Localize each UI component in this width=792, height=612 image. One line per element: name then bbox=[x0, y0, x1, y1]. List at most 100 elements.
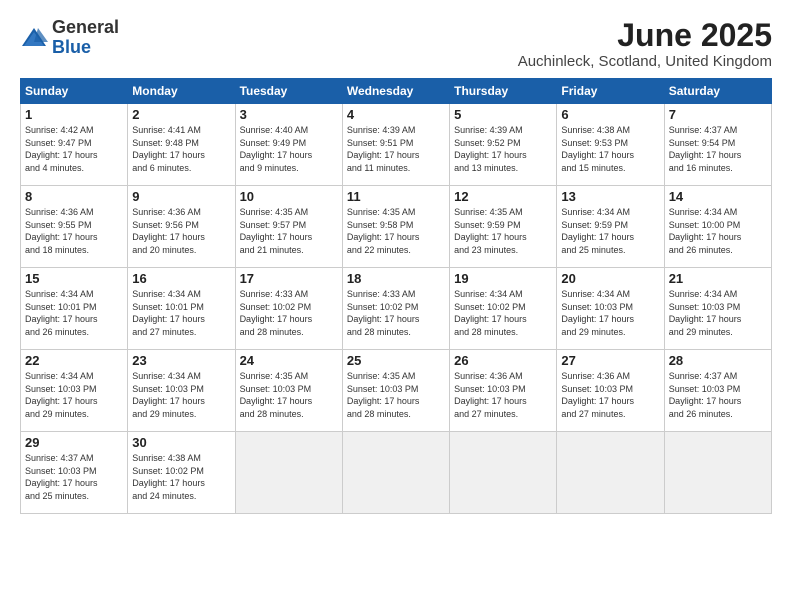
table-row: 25 Sunrise: 4:35 AM Sunset: 10:03 PM Dayl… bbox=[342, 350, 449, 432]
table-row: 14 Sunrise: 4:34 AM Sunset: 10:00 PM Dayl… bbox=[664, 186, 771, 268]
table-row: 28 Sunrise: 4:37 AM Sunset: 10:03 PM Dayl… bbox=[664, 350, 771, 432]
day-info: Sunrise: 4:36 AM Sunset: 9:55 PM Dayligh… bbox=[25, 206, 123, 256]
col-friday: Friday bbox=[557, 79, 664, 104]
logo-icon bbox=[20, 24, 48, 52]
day-info: Sunrise: 4:34 AM Sunset: 10:01 PM Daylig… bbox=[132, 288, 230, 338]
day-info: Sunrise: 4:34 AM Sunset: 10:00 PM Daylig… bbox=[669, 206, 767, 256]
day-info: Sunrise: 4:38 AM Sunset: 10:02 PM Daylig… bbox=[132, 452, 230, 502]
day-info: Sunrise: 4:34 AM Sunset: 10:01 PM Daylig… bbox=[25, 288, 123, 338]
day-info: Sunrise: 4:35 AM Sunset: 10:03 PM Daylig… bbox=[240, 370, 338, 420]
day-number: 2 bbox=[132, 107, 230, 122]
table-row bbox=[557, 432, 664, 514]
table-row bbox=[450, 432, 557, 514]
day-info: Sunrise: 4:35 AM Sunset: 9:58 PM Dayligh… bbox=[347, 206, 445, 256]
day-info: Sunrise: 4:40 AM Sunset: 9:49 PM Dayligh… bbox=[240, 124, 338, 174]
table-row: 15Sunrise: 4:34 AM Sunset: 10:01 PM Dayl… bbox=[21, 268, 128, 350]
day-info: Sunrise: 4:36 AM Sunset: 10:03 PM Daylig… bbox=[561, 370, 659, 420]
logo-text: General Blue bbox=[52, 18, 119, 58]
table-row: 7 Sunrise: 4:37 AM Sunset: 9:54 PM Daylig… bbox=[664, 104, 771, 186]
day-number: 14 bbox=[669, 189, 767, 204]
table-row: 13 Sunrise: 4:34 AM Sunset: 9:59 PM Dayli… bbox=[557, 186, 664, 268]
day-number: 28 bbox=[669, 353, 767, 368]
calendar-week-row: 29 Sunrise: 4:37 AM Sunset: 10:03 PM Dayl… bbox=[21, 432, 772, 514]
day-info: Sunrise: 4:34 AM Sunset: 10:02 PM Daylig… bbox=[454, 288, 552, 338]
day-info: Sunrise: 4:38 AM Sunset: 9:53 PM Dayligh… bbox=[561, 124, 659, 174]
table-row bbox=[664, 432, 771, 514]
calendar-week-row: 15Sunrise: 4:34 AM Sunset: 10:01 PM Dayl… bbox=[21, 268, 772, 350]
day-info: Sunrise: 4:34 AM Sunset: 10:03 PM Daylig… bbox=[25, 370, 123, 420]
table-row: 24Sunrise: 4:35 AM Sunset: 10:03 PM Dayl… bbox=[235, 350, 342, 432]
table-row: 27 Sunrise: 4:36 AM Sunset: 10:03 PM Dayl… bbox=[557, 350, 664, 432]
calendar-page: General Blue June 2025 Auchinleck, Scotl… bbox=[0, 0, 792, 612]
col-tuesday: Tuesday bbox=[235, 79, 342, 104]
day-info: Sunrise: 4:39 AM Sunset: 9:52 PM Dayligh… bbox=[454, 124, 552, 174]
table-row: 10Sunrise: 4:35 AM Sunset: 9:57 PM Dayli… bbox=[235, 186, 342, 268]
day-info: Sunrise: 4:34 AM Sunset: 9:59 PM Dayligh… bbox=[561, 206, 659, 256]
table-row: 30 Sunrise: 4:38 AM Sunset: 10:02 PM Dayl… bbox=[128, 432, 235, 514]
logo-blue-label: Blue bbox=[52, 38, 119, 58]
table-row: 1 Sunrise: 4:42 AM Sunset: 9:47 PM Daylig… bbox=[21, 104, 128, 186]
day-number: 25 bbox=[347, 353, 445, 368]
day-number: 23 bbox=[132, 353, 230, 368]
table-row bbox=[235, 432, 342, 514]
day-number: 8 bbox=[25, 189, 123, 204]
table-row: 26 Sunrise: 4:36 AM Sunset: 10:03 PM Dayl… bbox=[450, 350, 557, 432]
day-number: 16 bbox=[132, 271, 230, 286]
day-number: 12 bbox=[454, 189, 552, 204]
table-row: 20Sunrise: 4:34 AM Sunset: 10:03 PM Dayl… bbox=[557, 268, 664, 350]
day-info: Sunrise: 4:34 AM Sunset: 10:03 PM Daylig… bbox=[561, 288, 659, 338]
table-row: 12 Sunrise: 4:35 AM Sunset: 9:59 PM Dayli… bbox=[450, 186, 557, 268]
day-number: 4 bbox=[347, 107, 445, 122]
day-number: 1 bbox=[25, 107, 123, 122]
calendar-week-row: 22 Sunrise: 4:34 AM Sunset: 10:03 PM Dayl… bbox=[21, 350, 772, 432]
table-row: 19 Sunrise: 4:34 AM Sunset: 10:02 PM Dayl… bbox=[450, 268, 557, 350]
table-row: 23Sunrise: 4:34 AM Sunset: 10:03 PM Dayl… bbox=[128, 350, 235, 432]
table-row: 18 Sunrise: 4:33 AM Sunset: 10:02 PM Dayl… bbox=[342, 268, 449, 350]
day-number: 3 bbox=[240, 107, 338, 122]
day-info: Sunrise: 4:35 AM Sunset: 9:57 PM Dayligh… bbox=[240, 206, 338, 256]
table-row: 22 Sunrise: 4:34 AM Sunset: 10:03 PM Dayl… bbox=[21, 350, 128, 432]
page-header: General Blue June 2025 Auchinleck, Scotl… bbox=[20, 18, 772, 70]
day-number: 30 bbox=[132, 435, 230, 450]
day-info: Sunrise: 4:35 AM Sunset: 10:03 PM Daylig… bbox=[347, 370, 445, 420]
table-row: 17Sunrise: 4:33 AM Sunset: 10:02 PM Dayl… bbox=[235, 268, 342, 350]
calendar-header-row: Sunday Monday Tuesday Wednesday Thursday… bbox=[21, 79, 772, 104]
table-row bbox=[342, 432, 449, 514]
day-number: 26 bbox=[454, 353, 552, 368]
table-row: 11 Sunrise: 4:35 AM Sunset: 9:58 PM Dayli… bbox=[342, 186, 449, 268]
table-row: 2 Sunrise: 4:41 AM Sunset: 9:48 PM Daylig… bbox=[128, 104, 235, 186]
day-number: 21 bbox=[669, 271, 767, 286]
month-title: June 2025 bbox=[518, 18, 772, 53]
day-info: Sunrise: 4:33 AM Sunset: 10:02 PM Daylig… bbox=[347, 288, 445, 338]
col-monday: Monday bbox=[128, 79, 235, 104]
table-row: 8 Sunrise: 4:36 AM Sunset: 9:55 PM Daylig… bbox=[21, 186, 128, 268]
table-row: 9Sunrise: 4:36 AM Sunset: 9:56 PM Daylig… bbox=[128, 186, 235, 268]
day-info: Sunrise: 4:37 AM Sunset: 10:03 PM Daylig… bbox=[25, 452, 123, 502]
day-number: 7 bbox=[669, 107, 767, 122]
day-info: Sunrise: 4:37 AM Sunset: 10:03 PM Daylig… bbox=[669, 370, 767, 420]
day-info: Sunrise: 4:42 AM Sunset: 9:47 PM Dayligh… bbox=[25, 124, 123, 174]
day-number: 22 bbox=[25, 353, 123, 368]
day-info: Sunrise: 4:35 AM Sunset: 9:59 PM Dayligh… bbox=[454, 206, 552, 256]
day-number: 13 bbox=[561, 189, 659, 204]
calendar-week-row: 8 Sunrise: 4:36 AM Sunset: 9:55 PM Daylig… bbox=[21, 186, 772, 268]
calendar-table: Sunday Monday Tuesday Wednesday Thursday… bbox=[20, 78, 772, 514]
day-number: 29 bbox=[25, 435, 123, 450]
title-block: June 2025 Auchinleck, Scotland, United K… bbox=[518, 18, 772, 70]
day-number: 17 bbox=[240, 271, 338, 286]
day-number: 18 bbox=[347, 271, 445, 286]
day-number: 11 bbox=[347, 189, 445, 204]
col-thursday: Thursday bbox=[450, 79, 557, 104]
day-info: Sunrise: 4:37 AM Sunset: 9:54 PM Dayligh… bbox=[669, 124, 767, 174]
day-number: 19 bbox=[454, 271, 552, 286]
logo-general-label: General bbox=[52, 18, 119, 38]
day-info: Sunrise: 4:36 AM Sunset: 10:03 PM Daylig… bbox=[454, 370, 552, 420]
table-row: 3 Sunrise: 4:40 AM Sunset: 9:49 PM Daylig… bbox=[235, 104, 342, 186]
day-info: Sunrise: 4:41 AM Sunset: 9:48 PM Dayligh… bbox=[132, 124, 230, 174]
day-number: 27 bbox=[561, 353, 659, 368]
logo: General Blue bbox=[20, 18, 119, 58]
day-info: Sunrise: 4:36 AM Sunset: 9:56 PM Dayligh… bbox=[132, 206, 230, 256]
col-saturday: Saturday bbox=[664, 79, 771, 104]
col-sunday: Sunday bbox=[21, 79, 128, 104]
table-row: 4Sunrise: 4:39 AM Sunset: 9:51 PM Daylig… bbox=[342, 104, 449, 186]
